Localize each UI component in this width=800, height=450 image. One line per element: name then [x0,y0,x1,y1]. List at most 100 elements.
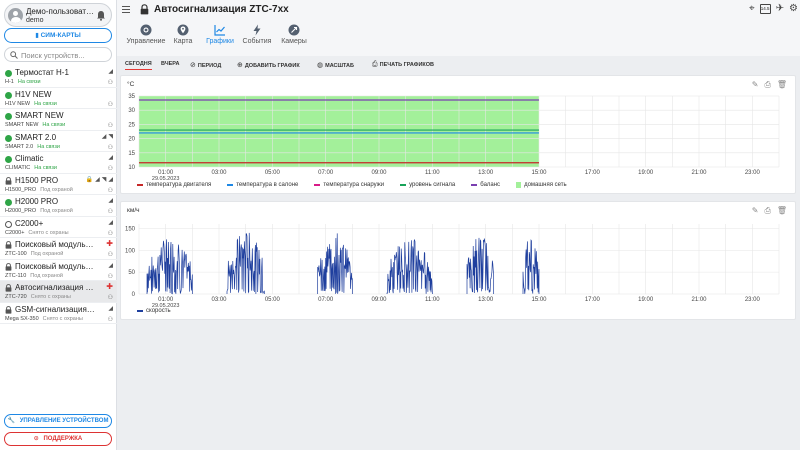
device-model: SMART NEW [5,122,39,128]
legend-swatch [516,182,522,188]
x-tick-label: 15:00 [531,170,547,176]
bolt-icon [253,24,261,36]
x-tick-label: 05:00 [265,170,281,176]
today-button[interactable]: СЕГОДНЯ [125,61,152,70]
lifebuoy-icon: ⊙ [33,436,39,442]
device-status: На связи [42,122,66,128]
tab-cameras-label: Камеры [281,38,307,45]
status-dot [5,91,12,99]
calendar-icon[interactable]: 14.5 [759,4,771,14]
status-dot [5,156,12,163]
add-chart-button[interactable]: ⊕ ДОБАВИТЬ ГРАФИК [237,61,300,69]
header: Автосигнализация ZTC-7xx ⌖ 14.5 ✈ ⚙ Упра… [117,0,800,56]
device-search[interactable] [4,47,112,62]
device-model-line: SMART NEW На связи [5,122,65,128]
speed-burst [317,233,353,294]
legend-label: скорость [146,308,171,314]
device-item[interactable]: Climatic CLIMATIC На связи ◢ ⚇ [0,152,117,174]
device-item[interactable]: Поисковый модуль ZTC-110ZTC-110Под охран… [0,260,117,281]
x-tick-label: 13:00 [478,297,494,303]
tab-events[interactable]: События [241,24,273,45]
device-item[interactable]: С2000+ C2000+ Снято с охраны ◢ ⚇ [0,217,117,238]
sidebar: Демо-пользователь demo ▮ СИМ-КАРТЫ Термо… [0,0,117,450]
legend-label: температура снаружи [323,182,385,188]
device-item[interactable]: H1500 PRO H1500_PRO Под охраной 🔒 ◢ ◥ ◢ ⚇ [0,174,117,195]
airplane-icon[interactable]: ✈ [776,4,784,14]
tab-map[interactable]: Карта [167,24,199,45]
device-model: H1500_PRO [5,186,37,193]
device-model-line: SMART 2.0 На связи [5,144,60,150]
legend-swatch [137,184,143,186]
status-dot [5,134,12,142]
y-axis-unit: км/ч [127,207,140,214]
legend-item[interactable]: температура снаружи [314,182,384,188]
device-control-button[interactable]: 🔧 УПРАВЛЕНИЕ УСТРОЙСТВОМ [4,414,112,428]
device-status-icons: ◢ [108,262,113,270]
nav-tabs: Управление Карта Графики События Камеры [125,24,315,45]
device-model: H1V NEW [5,100,31,107]
users-icon: ⚇ [107,80,113,86]
yesterday-label: ВЧЕРА [161,61,180,67]
x-tick-label: 03:00 [211,170,227,176]
sim-cards-button[interactable]: ▮ СИМ-КАРТЫ [4,28,112,43]
tab-control[interactable]: Управление [125,24,167,45]
legend-item[interactable]: скорость [137,308,171,314]
device-status-icons: ◢ [108,154,113,162]
print-charts-button[interactable]: ⎙ ПЕЧАТЬ ГРАФИКОВ [372,61,434,69]
search-input[interactable] [21,50,109,60]
tab-charts-label: Графики [206,38,234,45]
speed-legend: скорость [137,308,187,314]
device-status: Под охраной [30,272,63,279]
device-item[interactable]: GSM-сигнализация SX-350 Mega SX-350Снято … [0,303,117,324]
device-name: H1V NEW [15,89,52,99]
device-name: GSM-сигнализация SX-350 [15,304,95,314]
menu-toggle-icon[interactable] [122,6,130,14]
device-model-line: H1500_PRO Под охраной [5,187,73,193]
legend-item[interactable]: температура в салоне [227,182,298,188]
sim-cards-label: СИМ-КАРТЫ [40,32,81,39]
add-circle-icon: ⊕ [237,62,243,69]
device-item[interactable]: SMART 2.0 SMART 2.0 На связи ◢ ◥ ⚇ [0,131,117,152]
period-button[interactable]: ⊘ ПЕРИОД [190,61,221,69]
gear-icon[interactable]: ⚙ [789,4,798,14]
legend-item[interactable]: баланс [471,182,500,188]
device-name: H1500 PRO [15,175,59,185]
bell-icon[interactable] [96,10,106,21]
scale-button[interactable]: ◍ МАСШТАБ [317,61,354,69]
device-item[interactable]: H2000 PRO H2000_PRO Под охраной ◢ ⚇ [0,195,117,217]
device-item[interactable]: Автосигнализация ZTC-720 ZTC-720Снято с о… [0,281,117,303]
device-model: Mega SX-350 [5,315,39,322]
y-tick-label: 25 [128,122,135,128]
device-item[interactable]: Поисковый модуль ZTC-100 ZTC-100Под охран… [0,238,117,260]
device-item[interactable]: SMART NEW SMART NEW На связи ⚇ [0,109,117,131]
print-charts-label: ПЕЧАТЬ ГРАФИКОВ [379,62,435,68]
user-menu[interactable]: Демо-пользователь demo [4,3,112,27]
tab-control-label: Управление [126,38,166,45]
users-icon: ⚇ [107,144,113,151]
device-model: ZTC-720 [5,294,27,300]
legend-item[interactable]: уровень сигнала [400,182,455,188]
tab-charts[interactable]: Графики [199,24,241,45]
device-model-line: ZTC-110 Под охраной [5,273,63,279]
status-dot [5,113,12,120]
device-status-icons: ◢ [108,68,113,76]
legend-item[interactable]: температура двигателя [137,182,211,188]
device-item[interactable]: Термостат H-1 H-1 На связи ◢ ⚇ [0,66,117,88]
device-name: Поисковый модуль ZTC-100 [15,240,95,249]
support-button[interactable]: ⊙ ПОДДЕРЖКА [4,432,112,446]
device-item[interactable]: H1V NEW H1V NEW На связи ⚇ [0,88,117,109]
device-model-line: Mega SX-350 Снято с охраны [5,316,83,322]
yesterday-button[interactable]: ВЧЕРА [161,61,179,67]
temperature-legend: температура двигателя температура в салон… [137,182,583,188]
chart-toolbar: СЕГОДНЯ ВЧЕРА ⊘ ПЕРИОД ⊕ ДОБАВИТЬ ГРАФИК ◍… [117,56,800,72]
device-name: С2000+ [15,218,44,228]
legend-swatch [471,184,478,186]
y-tick-label: 30 [128,108,135,114]
device-status: На связи [34,165,58,171]
temperature-chart-panel: ✎ ⎙ 🗑 10 15 20 25 30 35 01:00 03:00 05:00 07:00 09… [120,75,796,194]
crosshair-icon[interactable]: ⌖ [749,4,755,14]
tab-cameras[interactable]: Камеры [273,24,315,45]
x-tick-label: 19:00 [638,297,654,303]
wifi-icon: ◥ [108,133,113,140]
legend-item[interactable]: домашняя сеть [516,182,567,188]
